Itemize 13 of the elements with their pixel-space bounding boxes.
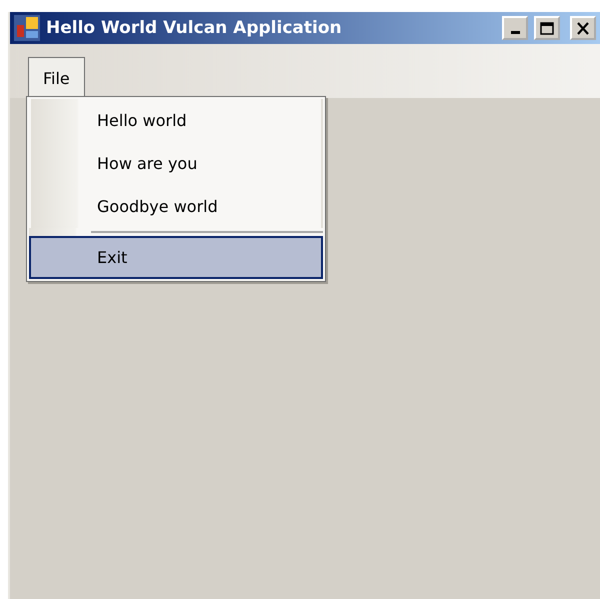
window-title: Hello World Vulcan Application (46, 18, 343, 38)
minimize-button[interactable] (502, 16, 528, 40)
menu-item[interactable]: File (28, 57, 85, 98)
menu-item[interactable]: Goodbye world (29, 185, 323, 228)
close-icon (576, 22, 590, 34)
menu-item[interactable]: Hello world (29, 99, 323, 142)
minimize-icon (510, 31, 520, 34)
close-button[interactable] (570, 16, 596, 40)
menu-item[interactable]: How are you (29, 142, 323, 185)
maximize-icon (540, 22, 554, 34)
menu-item[interactable]: Exit (29, 236, 323, 279)
maximize-button[interactable] (534, 16, 560, 40)
app-icon (14, 15, 40, 41)
